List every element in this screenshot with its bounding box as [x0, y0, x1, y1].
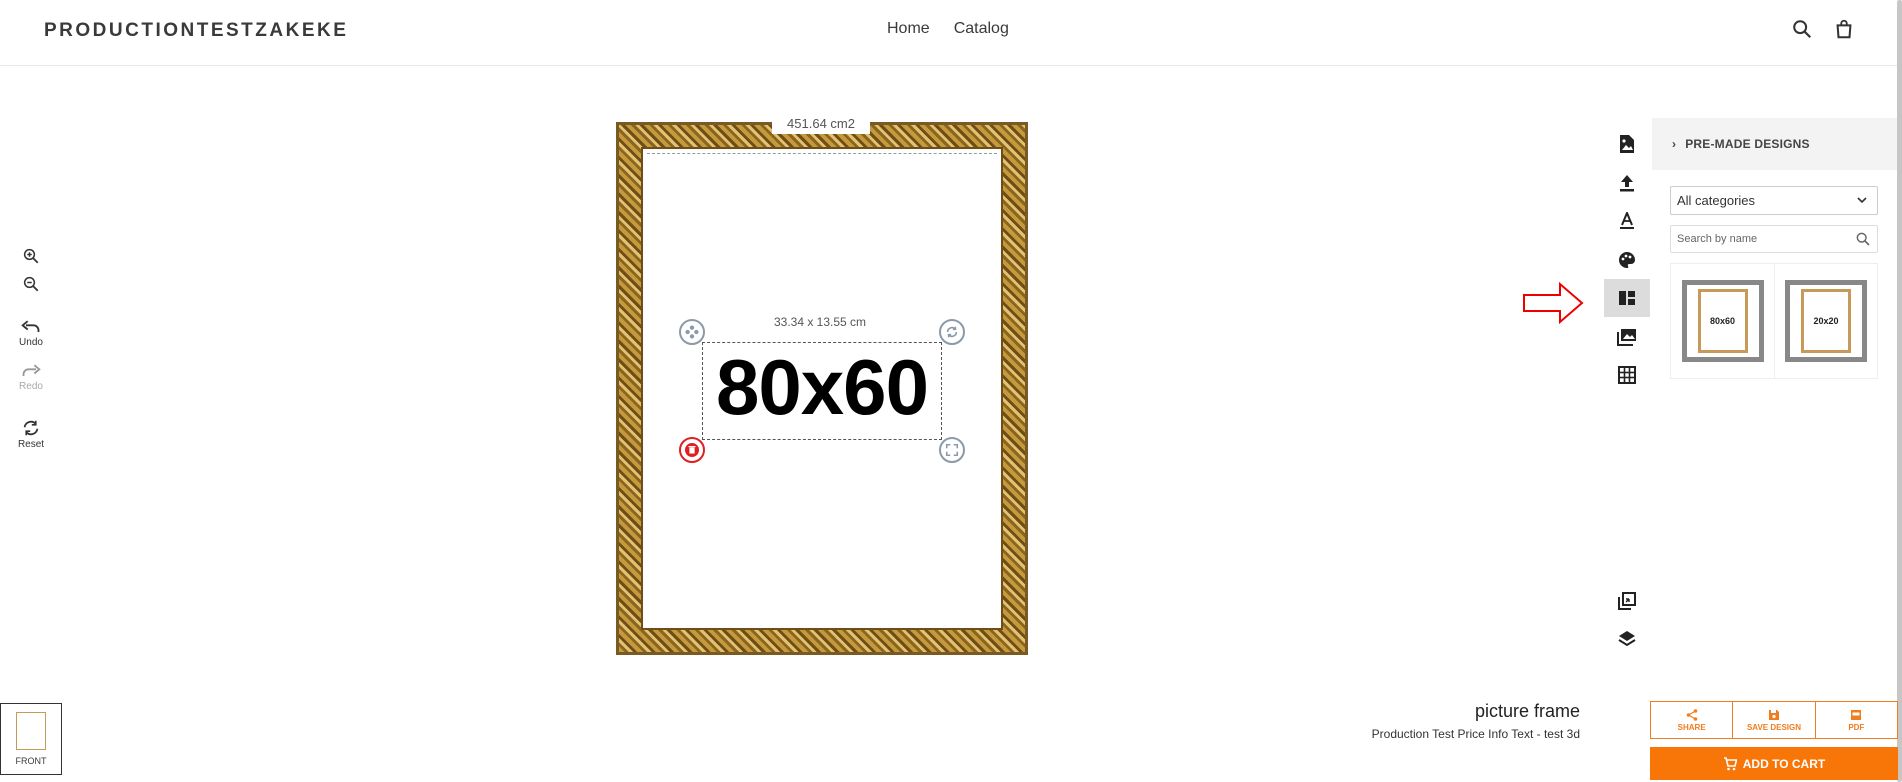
chevron-down-icon: [1857, 197, 1867, 204]
pdf-button[interactable]: PDF: [1814, 702, 1897, 738]
tool-gallery[interactable]: [1604, 318, 1650, 356]
category-select[interactable]: All categories: [1670, 186, 1878, 215]
delete-handle[interactable]: [679, 437, 705, 463]
design-search-input[interactable]: [1671, 226, 1841, 252]
zoom-in-button[interactable]: [16, 247, 46, 268]
pdf-label: PDF: [1848, 722, 1865, 732]
redo-button[interactable]: Redo: [16, 364, 46, 392]
design-thumbnail-label: 80x60: [1697, 289, 1748, 353]
nav-catalog[interactable]: Catalog: [954, 20, 1009, 38]
reset-button[interactable]: Reset: [16, 420, 46, 450]
scrollbar-thumb[interactable]: [1897, 0, 1902, 782]
grid-icon: [1618, 366, 1636, 384]
print-area-guide: [647, 153, 997, 154]
design-thumbnail[interactable]: 80x60: [1671, 264, 1774, 378]
tool-text[interactable]: [1604, 202, 1650, 240]
cart-icon[interactable]: [1833, 18, 1857, 42]
tool-upload[interactable]: [1604, 164, 1650, 202]
layers-icon: [1618, 631, 1636, 647]
reset-label: Reset: [17, 439, 45, 450]
panel-header[interactable]: › PRE-MADE DESIGNS: [1652, 118, 1897, 170]
zoom-out-button[interactable]: [16, 275, 46, 296]
design-thumbnail[interactable]: 20x20: [1774, 264, 1877, 378]
templates-icon: [1619, 291, 1635, 305]
text-icon: [1620, 212, 1634, 229]
nav-home[interactable]: Home: [887, 20, 930, 38]
add-to-cart-label: ADD TO CART: [1742, 756, 1826, 771]
undo-icon: [21, 320, 40, 332]
cart-icon: [1723, 756, 1737, 770]
share-button[interactable]: SHARE: [1651, 702, 1732, 738]
save-icon: [1768, 709, 1779, 720]
view-front-label: FRONT: [15, 756, 47, 766]
design-thumbnail-frame: 20x20: [1785, 280, 1867, 362]
tool-grid[interactable]: [1604, 356, 1650, 394]
view-front-thumbnail: [16, 712, 46, 750]
zoom-in-icon: [23, 248, 39, 264]
design-thumbnail-frame: 80x60: [1681, 280, 1764, 362]
redo-icon: [22, 364, 41, 376]
add-to-cart-button[interactable]: ADD TO CART: [1650, 747, 1898, 780]
page-scrollbar[interactable]: [1897, 0, 1902, 782]
chevron-right-icon: ›: [1672, 137, 1677, 151]
share-icon: [1686, 708, 1697, 721]
move-icon: [685, 325, 699, 339]
upload-icon: [1620, 175, 1634, 192]
resize-handle[interactable]: [939, 437, 965, 463]
annotation-arrow-right-icon: [1523, 281, 1584, 325]
category-select-value: All categories: [1677, 193, 1756, 208]
area-label: 451.64 cm2: [772, 114, 870, 134]
tool-pre-made-designs[interactable]: [1604, 279, 1650, 317]
photo-library-icon: [1617, 329, 1636, 346]
save-design-button[interactable]: SAVE DESIGN: [1732, 702, 1814, 738]
save-design-label: SAVE DESIGN: [1746, 722, 1802, 732]
redo-label: Redo: [19, 381, 43, 392]
main-nav: Home Catalog: [887, 20, 1009, 38]
pre-made-designs-panel: › PRE-MADE DESIGNS All categories 80x60 …: [1652, 118, 1897, 658]
pdf-icon: [1851, 709, 1862, 720]
text-element[interactable]: 80x60: [702, 338, 942, 436]
tool-copy-design[interactable]: [1604, 582, 1650, 620]
view-front[interactable]: FRONT: [0, 703, 62, 775]
product-name: picture frame: [1474, 701, 1580, 721]
search-icon[interactable]: [1855, 231, 1871, 247]
product-description: Production Test Price Info Text - test 3…: [1371, 727, 1580, 741]
selection-dimensions: 33.34 x 13.55 cm: [773, 315, 867, 329]
move-handle[interactable]: [679, 319, 705, 345]
tool-colors[interactable]: [1604, 241, 1650, 279]
store-logo[interactable]: PRODUCTIONTESTZAKEKE: [44, 20, 348, 42]
site-header: PRODUCTIONTESTZAKEKE Home Catalog: [0, 0, 1902, 66]
design-search: [1670, 225, 1878, 253]
panel-title: PRE-MADE DESIGNS: [1685, 137, 1810, 151]
rotate-icon: [946, 326, 958, 338]
reset-icon: [23, 420, 39, 436]
copy-icon: [1618, 592, 1636, 610]
undo-button[interactable]: Undo: [16, 320, 46, 348]
undo-label: Undo: [19, 337, 43, 348]
designs-grid: 80x60 20x20: [1670, 263, 1878, 379]
design-actions: SHARE SAVE DESIGN PDF: [1650, 701, 1898, 739]
image-file-icon: [1620, 135, 1634, 153]
rotate-handle[interactable]: [939, 319, 965, 345]
tool-add-image[interactable]: [1604, 125, 1650, 163]
zoom-out-icon: [23, 276, 39, 292]
design-thumbnail-label: 20x20: [1801, 289, 1851, 353]
resize-icon: [945, 443, 959, 457]
tool-layers[interactable]: [1604, 620, 1650, 658]
share-label: SHARE: [1677, 722, 1706, 732]
search-icon[interactable]: [1791, 18, 1815, 42]
trash-icon: [685, 443, 699, 457]
palette-icon: [1619, 252, 1635, 268]
